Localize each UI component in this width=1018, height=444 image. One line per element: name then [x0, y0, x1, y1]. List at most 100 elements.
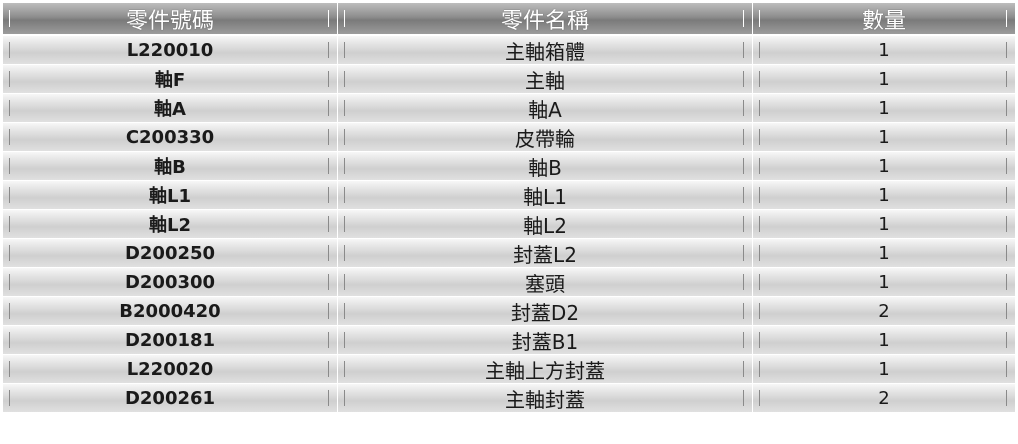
- column-separator: [344, 71, 345, 87]
- column-separator: [1006, 10, 1007, 27]
- column-separator: [1006, 129, 1007, 145]
- column-separator: [1006, 187, 1007, 203]
- cell-part-name: 軸A: [338, 94, 753, 123]
- table-header-row: 零件號碼 零件名稱 數量: [3, 3, 1015, 36]
- cell-text: 1: [878, 329, 890, 351]
- table-row[interactable]: B2000420 封蓋D2 2: [3, 297, 1015, 326]
- column-separator: [759, 303, 760, 319]
- cell-text: 封蓋B1: [511, 329, 579, 354]
- cell-text: 皮帶輪: [515, 126, 575, 151]
- column-separator: [328, 42, 329, 58]
- header-part-number[interactable]: 零件號碼: [3, 3, 338, 36]
- cell-quantity: 1: [753, 268, 1015, 297]
- cell-part-number: L220020: [3, 355, 338, 384]
- table-row[interactable]: L220020 主軸上方封蓋 1: [3, 355, 1015, 384]
- column-separator: [1006, 158, 1007, 174]
- column-separator: [344, 274, 345, 290]
- column-separator: [759, 42, 760, 58]
- cell-text: 1: [878, 184, 890, 206]
- cell-text: 2: [878, 387, 890, 409]
- cell-text: 主軸封蓋: [505, 387, 585, 412]
- column-separator: [1006, 42, 1007, 58]
- cell-text: D200300: [124, 271, 216, 293]
- column-separator: [759, 245, 760, 261]
- cell-text: D200261: [124, 387, 216, 409]
- column-separator: [759, 100, 760, 116]
- cell-text: D200250: [124, 242, 216, 264]
- header-quantity[interactable]: 數量: [753, 3, 1015, 36]
- cell-part-name: 軸L2: [338, 210, 753, 239]
- table-row[interactable]: L220010 主軸箱體 1: [3, 36, 1015, 65]
- table-row[interactable]: C200330 皮帶輪 1: [3, 123, 1015, 152]
- column-separator: [743, 216, 744, 232]
- cell-text: 軸B: [154, 157, 186, 178]
- column-separator: [9, 361, 10, 377]
- cell-text: 軸L2: [523, 213, 567, 238]
- cell-text: 軸A: [528, 97, 562, 122]
- column-separator: [9, 100, 10, 116]
- column-separator: [9, 71, 10, 87]
- cell-quantity: 2: [753, 384, 1015, 413]
- column-separator: [759, 187, 760, 203]
- cell-text: 軸B: [528, 155, 562, 180]
- cell-text: 1: [878, 68, 890, 90]
- cell-part-name: 主軸箱體: [338, 36, 753, 65]
- column-separator: [9, 245, 10, 261]
- table-row[interactable]: D200261 主軸封蓋 2: [3, 384, 1015, 413]
- cell-part-number: 軸L1: [3, 181, 338, 210]
- column-separator: [743, 332, 744, 348]
- column-separator: [9, 216, 10, 232]
- cell-part-number: 軸L2: [3, 210, 338, 239]
- table-row[interactable]: D200300 塞頭 1: [3, 268, 1015, 297]
- cell-quantity: 2: [753, 297, 1015, 326]
- column-separator: [1006, 274, 1007, 290]
- cell-text: D200181: [124, 329, 216, 351]
- column-separator: [743, 158, 744, 174]
- cell-text: 封蓋L2: [513, 242, 577, 267]
- table-row[interactable]: D200181 封蓋B1 1: [3, 326, 1015, 355]
- column-separator: [328, 10, 329, 27]
- cell-text: 主軸箱體: [505, 39, 585, 64]
- cell-part-number: B2000420: [3, 297, 338, 326]
- cell-quantity: 1: [753, 210, 1015, 239]
- column-separator: [759, 10, 760, 27]
- table-row[interactable]: 軸F 主軸 1: [3, 65, 1015, 94]
- table-row[interactable]: D200250 封蓋L2 1: [3, 239, 1015, 268]
- column-separator: [1006, 390, 1007, 406]
- table-row[interactable]: 軸L2 軸L2 1: [3, 210, 1015, 239]
- cell-part-number: 軸F: [3, 65, 338, 94]
- column-separator: [9, 158, 10, 174]
- header-part-number-label: 零件號碼: [125, 8, 214, 34]
- cell-quantity: 1: [753, 355, 1015, 384]
- column-separator: [328, 245, 329, 261]
- column-separator: [9, 332, 10, 348]
- cell-text: 主軸: [525, 68, 565, 93]
- table-row[interactable]: 軸B 軸B 1: [3, 152, 1015, 181]
- column-separator: [9, 129, 10, 145]
- column-separator: [759, 332, 760, 348]
- column-separator: [759, 129, 760, 145]
- cell-text: L220010: [126, 39, 214, 61]
- column-separator: [743, 42, 744, 58]
- table-row[interactable]: 軸A 軸A 1: [3, 94, 1015, 123]
- column-separator: [328, 129, 329, 145]
- table-row[interactable]: 軸L1 軸L1 1: [3, 181, 1015, 210]
- cell-part-name: 軸L1: [338, 181, 753, 210]
- column-separator: [9, 303, 10, 319]
- column-separator: [759, 216, 760, 232]
- header-part-name[interactable]: 零件名稱: [338, 3, 753, 36]
- cell-part-number: D200181: [3, 326, 338, 355]
- cell-part-number: D200300: [3, 268, 338, 297]
- header-quantity-label: 數量: [861, 8, 906, 34]
- column-separator: [759, 390, 760, 406]
- cell-part-name: 封蓋L2: [338, 239, 753, 268]
- column-separator: [743, 245, 744, 261]
- column-separator: [344, 245, 345, 261]
- column-separator: [9, 42, 10, 58]
- column-separator: [759, 71, 760, 87]
- cell-part-number: D200250: [3, 239, 338, 268]
- cell-text: 1: [878, 213, 890, 235]
- cell-part-number: C200330: [3, 123, 338, 152]
- cell-text: 1: [878, 155, 890, 177]
- column-separator: [759, 274, 760, 290]
